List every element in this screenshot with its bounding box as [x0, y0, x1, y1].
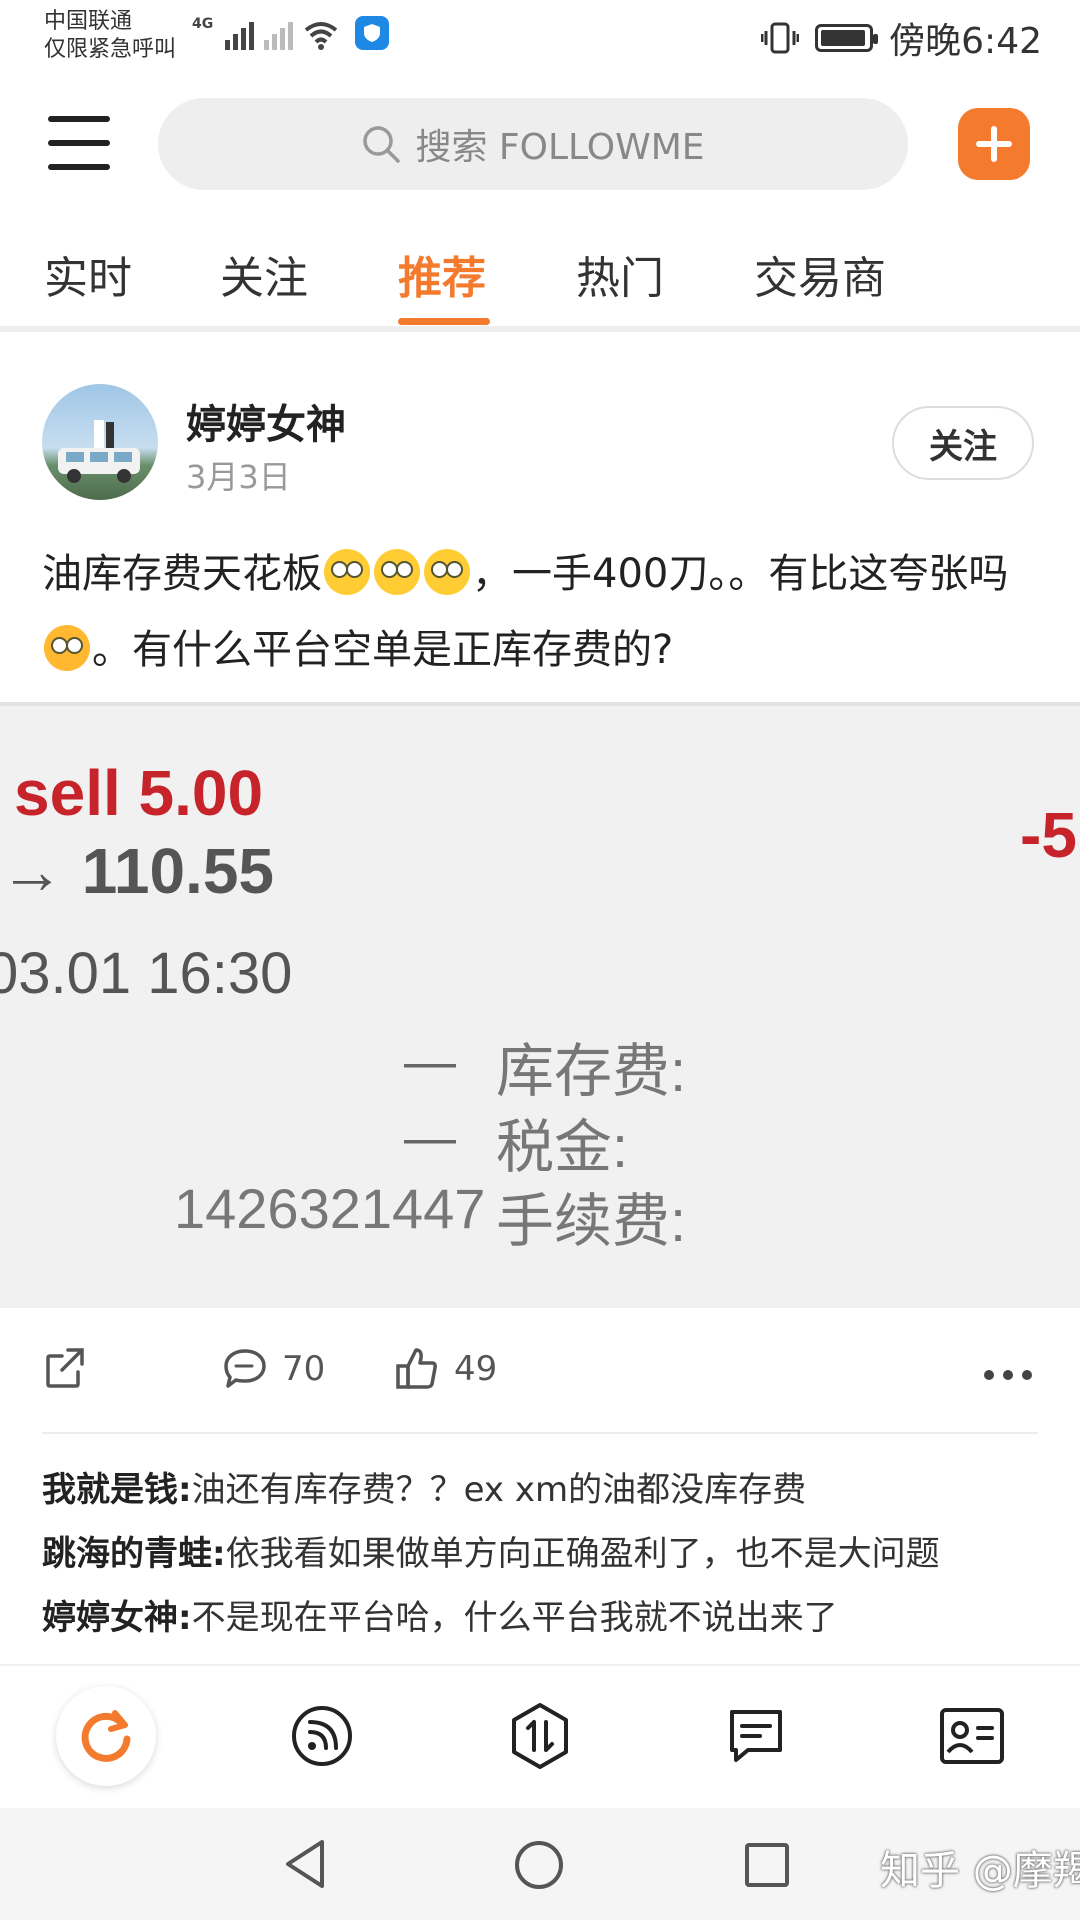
avatar[interactable] — [42, 384, 158, 500]
tab-hot[interactable]: 热门 — [576, 242, 664, 306]
wifi-icon — [304, 22, 338, 50]
post-image[interactable]: sell 5.00 → 110.55 -5 03.01 16:30 — 库存费:… — [0, 702, 1080, 1308]
signal-icon — [225, 18, 255, 50]
follow-button[interactable]: 关注 — [892, 406, 1034, 480]
comment-text: 依我看如果做单方向正确盈利了，也不是大问题 — [225, 1534, 940, 1574]
flushed-face-icon — [374, 549, 420, 595]
system-nav-bar: 知乎 @摩羯怪 — [0, 1808, 1080, 1920]
carrier-status: 仅限紧急呼叫 — [44, 37, 177, 62]
post-text-part3: 。有什么平台空单是正库存费的? — [92, 627, 674, 673]
nav-trade[interactable] — [490, 1686, 590, 1786]
comment-item[interactable]: 我就是钱:油还有库存费？？ex xm的油都没库存费 — [42, 1462, 806, 1511]
vibrate-icon — [761, 22, 800, 54]
comment-user[interactable]: 婷婷女神: — [42, 1598, 192, 1638]
active-tab-indicator — [398, 318, 490, 325]
post-actions: 70 49 — [0, 1320, 1080, 1420]
image-sell-line: sell 5.00 — [14, 757, 264, 829]
share-button[interactable] — [42, 1346, 86, 1390]
watermark: 知乎 @摩羯怪 — [880, 1848, 1080, 1894]
comment-text: 不是现在平台哈，什么平台我就不说出来了 — [191, 1598, 838, 1638]
share-icon — [46, 1348, 84, 1388]
nav-refresh[interactable] — [56, 1686, 156, 1786]
search-bar[interactable]: 搜索 FOLLOWME — [158, 98, 908, 190]
signal-icons: 4G — [192, 16, 390, 50]
tab-recommended[interactable]: 推荐 — [398, 242, 486, 306]
image-date-line: 03.01 16:30 — [0, 941, 293, 1006]
comment-button[interactable]: 70 — [222, 1346, 325, 1392]
like-count: 49 — [454, 1349, 498, 1389]
profile-card-icon — [940, 1708, 1004, 1764]
menu-icon[interactable] — [48, 116, 110, 170]
trade-icon — [512, 1703, 568, 1769]
comment-user[interactable]: 我就是钱: — [42, 1470, 192, 1510]
bottom-nav — [0, 1664, 1080, 1808]
image-price-line: → 110.55 — [0, 835, 274, 907]
comment-count: 70 — [282, 1349, 326, 1389]
comment-icon — [224, 1349, 266, 1388]
carrier-info: 中国联通 仅限紧急呼叫 — [44, 8, 176, 64]
shield-icon — [355, 16, 390, 50]
image-fee-label: 手续费: — [496, 1189, 687, 1254]
clock: 傍晚6:42 — [889, 21, 1042, 62]
comment-item[interactable]: 婷婷女神:不是现在平台哈，什么平台我就不说出来了 — [42, 1590, 838, 1639]
post-text: 油库存费天花板 ，一手400刀。。有比这夸张吗。有什么平台空单是正库存费的? — [42, 536, 1042, 688]
search-icon — [363, 126, 401, 163]
image-swap-value: — — [404, 1033, 456, 1091]
plus-icon — [976, 126, 1012, 162]
comment-item[interactable]: 跳海的青蛙:依我看如果做单方向正确盈利了，也不是大问题 — [42, 1526, 940, 1575]
more-options-icon[interactable] — [984, 1370, 1032, 1380]
search-placeholder: 搜索 FOLLOWME — [415, 127, 705, 168]
image-tax-label: 税金: — [496, 1115, 629, 1180]
recents-icon[interactable] — [744, 1842, 790, 1888]
nav-feed[interactable] — [272, 1686, 372, 1786]
feed-tabs: 实时 关注 推荐 热门 交易商 — [0, 236, 1080, 332]
post-author[interactable]: 婷婷女神 — [186, 392, 346, 450]
surprised-face-icon — [44, 625, 90, 671]
image-order-number: 1426321447 — [174, 1177, 486, 1240]
comment-text: 油还有库存费？？ex xm的油都没库存费 — [191, 1470, 807, 1510]
post-text-part1: 油库存费天花板 — [42, 551, 322, 597]
top-bar: 搜索 FOLLOWME — [0, 90, 1080, 200]
status-right: 傍晚6:42 — [761, 12, 1042, 64]
tab-brokers[interactable]: 交易商 — [754, 242, 886, 306]
status-bar: 中国联通 仅限紧急呼叫 4G 傍晚6:42 — [0, 0, 1080, 78]
tab-realtime[interactable]: 实时 — [44, 242, 132, 306]
post-date: 3月3日 — [186, 458, 291, 496]
like-button[interactable]: 49 — [394, 1346, 497, 1392]
nav-profile[interactable] — [922, 1686, 1022, 1786]
nav-messages[interactable] — [706, 1686, 806, 1786]
refresh-icon — [81, 1710, 131, 1762]
divider — [42, 1432, 1038, 1434]
network-type: 4G — [192, 16, 214, 32]
image-swap-label: 库存费: — [496, 1039, 687, 1104]
carrier-name: 中国联通 — [44, 9, 133, 34]
back-icon[interactable] — [282, 1838, 328, 1890]
tab-following[interactable]: 关注 — [220, 242, 308, 306]
thumbs-up-icon — [396, 1348, 437, 1389]
comment-user[interactable]: 跳海的青蛙: — [42, 1534, 226, 1574]
flushed-face-icon — [424, 549, 470, 595]
feed-icon — [292, 1706, 352, 1766]
post-text-part2: ，一手400刀。。有比这夸张吗 — [472, 551, 1009, 597]
home-icon[interactable] — [514, 1840, 564, 1890]
message-icon — [730, 1710, 782, 1762]
battery-icon — [815, 24, 879, 52]
image-profit-value: -5 — [1020, 799, 1077, 871]
flushed-face-icon — [324, 549, 370, 595]
image-tax-value: — — [404, 1109, 456, 1167]
add-post-button[interactable] — [958, 108, 1030, 180]
signal-no-sim-icon — [264, 18, 294, 50]
